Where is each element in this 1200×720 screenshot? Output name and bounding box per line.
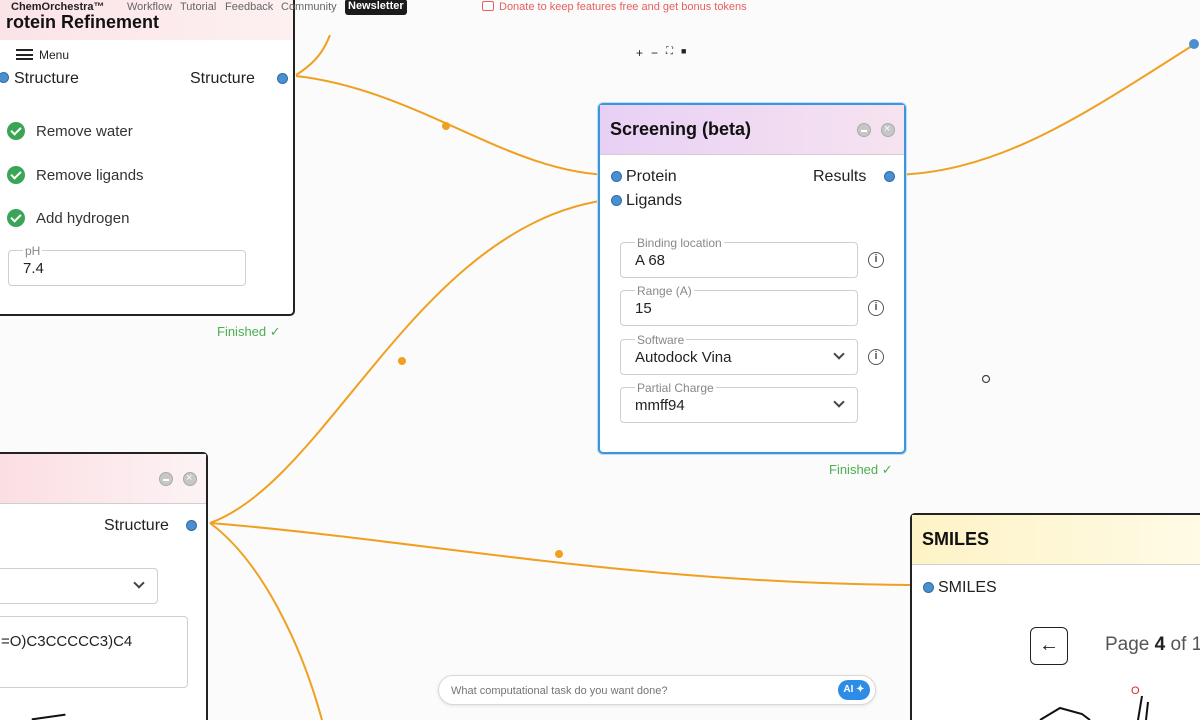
ligands-port-label: Ligands <box>626 192 683 209</box>
edge-ligand-to-bottom <box>209 522 323 720</box>
hamburger-icon <box>16 49 33 60</box>
menu-label: Menu <box>39 48 70 62</box>
binding-location-field[interactable]: Binding location A 68 <box>620 236 858 278</box>
nav-link-tutorial[interactable]: Tutorial <box>180 1 216 13</box>
close-icon[interactable] <box>881 123 895 137</box>
molecule-bond <box>31 713 67 720</box>
menu-button[interactable]: Menu <box>16 48 69 62</box>
edge-handle <box>555 550 563 558</box>
software-value: Autodock Vina <box>635 349 732 366</box>
chevron-down-icon <box>833 348 845 360</box>
chevron-down-icon <box>833 396 845 408</box>
arrow-left-icon: ← <box>1039 634 1059 656</box>
output-port-label: Structure <box>190 70 255 87</box>
software-select[interactable]: Software Autodock Vina <box>620 333 858 375</box>
screening-title: Screening (beta) <box>610 119 752 139</box>
smiles-text: =O)C3CCCCC3)C4 <box>1 633 133 650</box>
refinement-status: Finished ✓ <box>217 324 281 339</box>
ligand-node[interactable]: Structure =O)C3CCCCC3)C4 <box>0 452 208 720</box>
option-add-hydrogen: Add hydrogen <box>36 210 130 227</box>
edge-handle <box>398 357 406 365</box>
ph-label: pH <box>23 244 43 258</box>
partial-charge-select[interactable]: Partial Charge mmff94 <box>620 381 858 423</box>
zoom-in-icon[interactable]: + <box>636 46 643 60</box>
nav-link-community[interactable]: Community <box>281 1 337 13</box>
results-port-dot[interactable] <box>884 171 895 182</box>
nav-link-feedback[interactable]: Feedback <box>225 1 273 13</box>
check-icon[interactable] <box>7 166 25 184</box>
output-port-dot[interactable] <box>186 520 197 531</box>
screening-status: Finished ✓ <box>829 462 893 477</box>
ph-field[interactable]: pH 7.4 <box>8 244 246 286</box>
range-value: 15 <box>635 300 652 317</box>
info-icon[interactable]: i <box>868 300 884 316</box>
page-indicator: Page 4 of 1 <box>1105 634 1200 656</box>
partial-charge-label: Partial Charge <box>635 381 716 395</box>
edge-screening-results-to-offscreen <box>887 43 1196 176</box>
lock-icon[interactable]: ■ <box>681 46 686 60</box>
ai-send-button[interactable]: AI ✦ <box>838 680 870 700</box>
page-prefix: Page <box>1105 634 1155 655</box>
donate-text: Donate to keep features free and get bon… <box>499 1 747 13</box>
check-icon[interactable] <box>7 122 25 140</box>
range-label: Range (A) <box>635 284 694 298</box>
molecule-drawing: O <box>1039 685 1149 720</box>
output-port-dot[interactable] <box>277 73 288 84</box>
ligands-port-dot[interactable] <box>611 195 622 206</box>
nav-link-workflow[interactable]: Workflow <box>127 1 172 13</box>
range-field[interactable]: Range (A) 15 <box>620 284 858 326</box>
screening-node[interactable]: Screening (beta) Protein Ligands Results… <box>598 103 906 454</box>
zoom-out-icon[interactable]: − <box>651 46 658 60</box>
info-icon[interactable]: i <box>868 252 884 268</box>
smiles-port-label: SMILES <box>938 579 997 596</box>
smiles-port-dot[interactable] <box>923 582 934 593</box>
protein-port-label: Protein <box>626 168 677 185</box>
info-icon[interactable]: i <box>868 349 884 365</box>
partial-charge-value: mmff94 <box>635 397 685 414</box>
check-icon[interactable] <box>7 209 25 227</box>
offscreen-port <box>1189 39 1199 49</box>
donate-link[interactable]: Donate to keep features free and get bon… <box>482 1 747 13</box>
edge-ligand-to-smiles <box>209 522 927 586</box>
edge-handle <box>442 122 450 130</box>
binding-location-value: A 68 <box>635 252 666 269</box>
option-remove-water: Remove water <box>36 123 133 140</box>
input-port-label: Structure <box>14 70 79 87</box>
protein-port-dot[interactable] <box>611 171 622 182</box>
previous-page-button[interactable]: ← <box>1030 627 1068 665</box>
smiles-textarea[interactable]: =O)C3CCCCC3)C4 <box>0 616 188 688</box>
newsletter-button[interactable]: Newsletter <box>345 0 407 15</box>
chevron-down-icon <box>133 577 145 589</box>
close-icon[interactable] <box>183 472 197 486</box>
edge-refinement-to-offscreen-top <box>295 34 331 76</box>
chat-bar: AI ✦ <box>438 675 876 705</box>
ph-value: 7.4 <box>23 260 44 277</box>
gift-icon <box>482 1 494 11</box>
cursor-indicator <box>981 374 991 384</box>
ligand-select[interactable] <box>0 568 158 604</box>
page-number: 4 <box>1154 634 1166 655</box>
brand-logo[interactable]: ChemOrchestra™ <box>11 1 105 13</box>
fit-view-icon[interactable]: ⛶ <box>666 46 673 60</box>
oxygen-atom-label: O <box>1131 685 1140 697</box>
option-remove-ligands: Remove ligands <box>36 167 144 184</box>
minimize-icon[interactable] <box>159 472 173 486</box>
results-port-label: Results <box>813 168 867 185</box>
page-of: of 1 <box>1165 634 1200 655</box>
chat-input[interactable] <box>451 682 831 700</box>
edge-refinement-to-screening-protein <box>295 75 615 176</box>
minimize-icon[interactable] <box>857 123 871 137</box>
top-nav: ChemOrchestra™ Workflow Tutorial Feedbac… <box>0 0 1200 16</box>
canvas-controls: + − ⛶ ■ <box>636 46 686 60</box>
software-label: Software <box>635 333 687 347</box>
binding-location-label: Binding location <box>635 236 724 250</box>
smiles-title: SMILES <box>922 529 990 549</box>
output-port-label: Structure <box>104 517 169 534</box>
